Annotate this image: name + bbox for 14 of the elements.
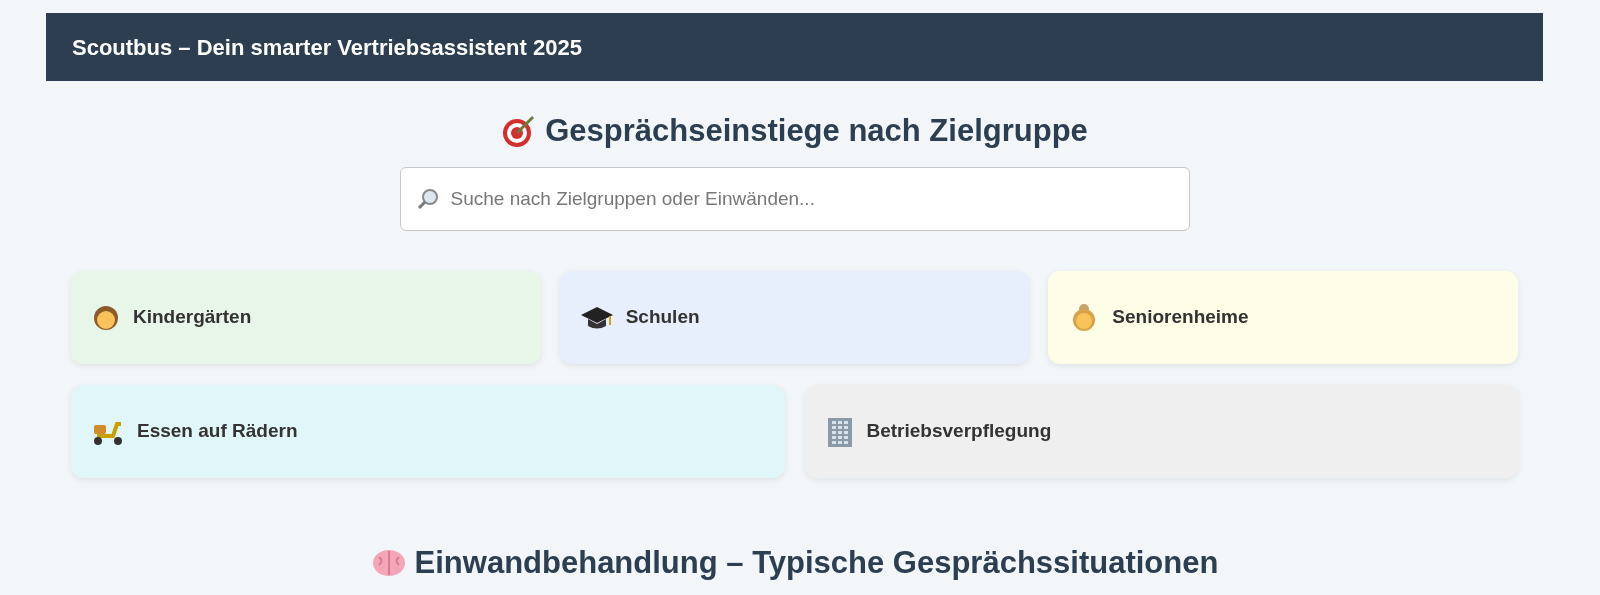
card-label: Schulen xyxy=(625,305,700,330)
section-heading: Gesprächseinstiege nach Zielgruppe xyxy=(545,111,1088,150)
card-label: Betriebsverpflegung xyxy=(866,419,1052,444)
target-group-card[interactable]: Schulen xyxy=(559,271,1030,364)
target-group-card[interactable]: Seniorenheime xyxy=(1048,271,1518,364)
target-group-card[interactable]: Kindergärten xyxy=(71,271,541,364)
section-heading: Einwandbehandlung – Typische Gesprächssituationen xyxy=(414,544,1219,582)
search-field[interactable]: Suche nach Zielgruppen oder Einwänden... xyxy=(399,167,1190,231)
card-label: Kindergärten xyxy=(133,305,252,330)
card-label: Seniorenheime xyxy=(1112,305,1249,330)
target-group-card[interactable]: Betriebsverpflegung xyxy=(804,385,1518,478)
card-label: Essen auf Rädern xyxy=(137,419,298,444)
target-group-card[interactable]: Essen auf Rädern xyxy=(71,385,785,478)
header-title: Scoutbus – Dein smarter Vertriebsassistent 2025 xyxy=(72,33,582,62)
